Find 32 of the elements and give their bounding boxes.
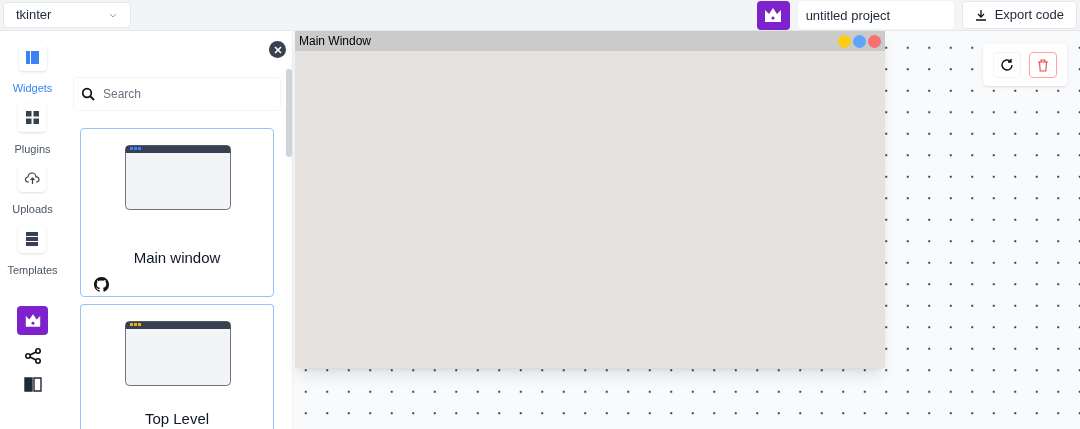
github-icon[interactable]	[94, 277, 109, 292]
export-code-button[interactable]: Export code	[961, 1, 1077, 29]
search-field[interactable]: Search	[73, 77, 281, 111]
framework-select[interactable]: tkinter	[3, 2, 131, 28]
delete-button[interactable]	[1029, 52, 1057, 78]
window-preview-icon	[125, 145, 231, 210]
share-icon[interactable]	[24, 348, 41, 364]
project-name-field[interactable]: untitled project	[797, 1, 954, 29]
window-preview-icon	[125, 321, 231, 386]
close-icon[interactable]	[269, 41, 286, 58]
grid-icon	[26, 111, 39, 124]
scrollbar[interactable]	[286, 69, 292, 157]
crown-logo-icon[interactable]	[17, 306, 48, 335]
widget-card[interactable]: Main window	[80, 128, 274, 297]
search-icon	[81, 87, 95, 101]
trash-icon	[1037, 58, 1049, 72]
widget-label: Top Level	[143, 409, 211, 429]
layout-icon	[26, 50, 39, 64]
nav-tab[interactable]: Widgets	[12, 43, 53, 97]
stack-icon	[26, 231, 39, 246]
widget-card[interactable]: Top Level	[80, 304, 274, 429]
book-icon[interactable]	[23, 377, 42, 392]
cloud-upload-icon	[25, 171, 40, 185]
nav-tab[interactable]: Uploads	[12, 164, 53, 218]
window-title: Main Window	[299, 33, 373, 50]
refresh-icon	[1000, 58, 1014, 72]
nav-tab[interactable]: Templates	[7, 224, 58, 278]
nav-tab[interactable]: Plugins	[14, 103, 51, 157]
refresh-button[interactable]	[993, 52, 1021, 78]
crown-logo-icon[interactable]	[756, 0, 790, 30]
download-icon	[974, 9, 987, 21]
widget-label: Main window	[132, 248, 222, 268]
